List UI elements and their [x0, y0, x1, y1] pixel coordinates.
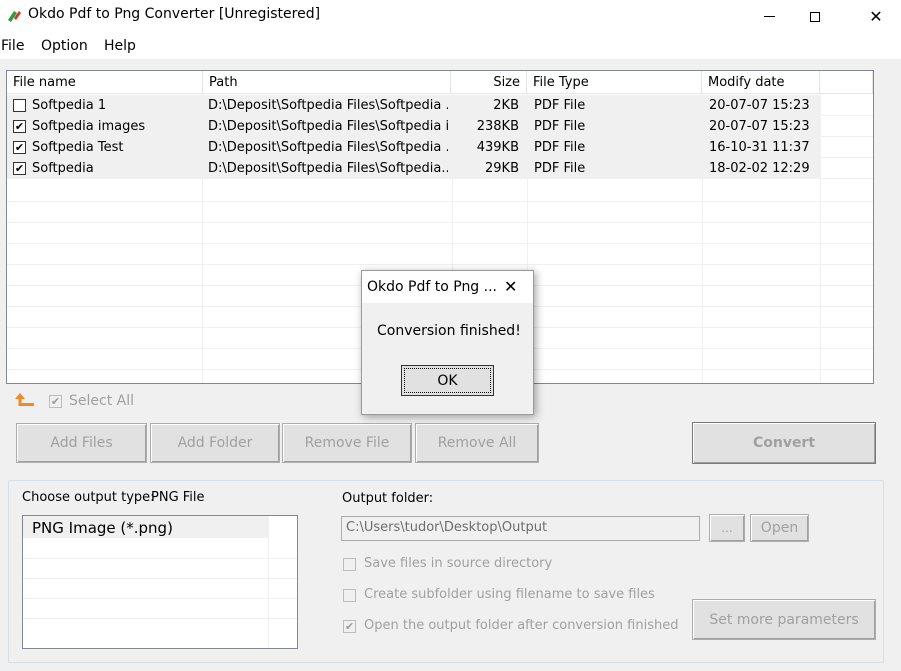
select-all-label: Select All — [69, 393, 134, 409]
column-header-file-name[interactable]: File name — [7, 71, 203, 94]
window-title: Okdo Pdf to Png Converter [Unregistered] — [28, 6, 321, 22]
set-more-parameters-button[interactable]: Set more parameters — [692, 599, 876, 640]
save-in-source-label: Save files in source directory — [364, 556, 553, 571]
conversion-dialog: Okdo Pdf to Png ... ✕ Conversion finishe… — [361, 270, 534, 415]
minimize-button[interactable] — [746, 0, 792, 33]
column-header-modify-date[interactable]: Modify date — [702, 71, 820, 94]
output-folder-label: Output folder: — [342, 491, 434, 506]
maximize-button[interactable] — [792, 0, 838, 33]
convert-button[interactable]: Convert — [692, 422, 876, 464]
cell-file-type: PDF File — [534, 98, 586, 113]
column-header-empty — [820, 71, 873, 94]
open-output-folder-label: Open the output folder after conversion … — [364, 618, 679, 633]
save-in-source-checkbox[interactable] — [343, 558, 356, 571]
cell-file-name: Softpedia 1 — [32, 98, 107, 113]
menu-help[interactable]: Help — [104, 38, 136, 54]
open-folder-button[interactable]: Open — [750, 514, 809, 542]
cell-size: 2KB — [493, 98, 519, 113]
dialog-title: Okdo Pdf to Png ... — [367, 279, 497, 295]
grid-line — [23, 618, 297, 619]
cell-file-type: PDF File — [534, 140, 586, 155]
cell-modify-date: 16-10-31 11:37 — [709, 140, 810, 155]
row-checkbox[interactable] — [13, 99, 26, 112]
row-checkbox[interactable]: ✔ — [13, 162, 26, 175]
row-checkbox[interactable]: ✔ — [13, 141, 26, 154]
close-icon: ✕ — [869, 7, 883, 26]
row-checkbox[interactable]: ✔ — [13, 120, 26, 133]
dialog-message: Conversion finished! — [377, 323, 521, 339]
maximize-icon — [810, 11, 820, 22]
cell-path: D:\Deposit\Softpedia Files\Softpedia ... — [208, 140, 448, 155]
cell-path: D:\Deposit\Softpedia Files\Softpedia ... — [208, 98, 448, 113]
column-header-file-type[interactable]: File Type — [527, 71, 702, 94]
cell-file-name: Softpedia Test — [32, 140, 124, 155]
grid-line — [7, 243, 873, 244]
output-type-label: Choose output type: — [22, 490, 155, 505]
remove-file-button[interactable]: Remove File — [282, 423, 412, 463]
table-row[interactable]: ✔ Softpedia D:\Deposit\Softpedia Files\S… — [7, 158, 820, 179]
create-subfolder-label: Create subfolder using filename to save … — [364, 587, 655, 602]
table-row[interactable]: ✔ Softpedia Test D:\Deposit\Softpedia Fi… — [7, 137, 820, 158]
grid-line — [7, 201, 873, 202]
output-type-value: PNG File — [151, 490, 205, 505]
grid-line — [820, 94, 821, 383]
grid-line — [23, 578, 297, 579]
add-files-button[interactable]: Add Files — [16, 423, 147, 463]
close-button[interactable]: ✕ — [853, 0, 899, 33]
output-type-list[interactable]: PNG Image (*.png) — [22, 515, 298, 649]
table-row[interactable]: ✔ Softpedia images D:\Deposit\Softpedia … — [7, 116, 820, 137]
cell-path: D:\Deposit\Softpedia Files\Softpedia.... — [208, 161, 448, 176]
column-header-size[interactable]: Size — [451, 71, 527, 94]
browse-button[interactable]: ... — [709, 514, 745, 542]
list-item-label: PNG Image (*.png) — [32, 519, 173, 537]
list-item[interactable]: PNG Image (*.png) — [23, 516, 268, 538]
cell-modify-date: 20-07-07 15:23 — [709, 98, 810, 113]
cell-size: 29KB — [485, 161, 519, 176]
cell-size: 238KB — [476, 119, 519, 134]
dialog-ok-button[interactable]: OK — [401, 365, 494, 396]
add-folder-button[interactable]: Add Folder — [150, 423, 280, 463]
cell-modify-date: 18-02-02 12:29 — [709, 161, 810, 176]
cell-modify-date: 20-07-07 15:23 — [709, 119, 810, 134]
dialog-close-icon[interactable]: ✕ — [504, 277, 517, 296]
menu-file[interactable]: File — [1, 38, 24, 54]
dialog-title-bar: Okdo Pdf to Png ... ✕ — [362, 271, 533, 303]
grid-line — [23, 598, 297, 599]
column-header-path[interactable]: Path — [203, 71, 451, 94]
menu-option[interactable]: Option — [41, 38, 88, 54]
select-all-checkbox[interactable]: ✔ — [49, 395, 62, 408]
grid-line — [23, 558, 297, 559]
title-bar: Okdo Pdf to Png Converter [Unregistered]… — [0, 0, 901, 33]
cell-file-name: Softpedia — [32, 161, 94, 176]
grid-line — [7, 222, 873, 223]
grid-line — [7, 264, 873, 265]
table-row[interactable]: Softpedia 1 D:\Deposit\Softpedia Files\S… — [7, 95, 820, 116]
create-subfolder-checkbox[interactable] — [343, 589, 356, 602]
up-arrow-icon[interactable] — [14, 391, 36, 409]
minimize-icon — [763, 16, 775, 17]
cell-file-name: Softpedia images — [32, 119, 146, 134]
output-folder-input[interactable]: C:\Users\tudor\Desktop\Output — [341, 516, 700, 541]
app-logo-icon — [8, 11, 21, 22]
cell-path: D:\Deposit\Softpedia Files\Softpedia i..… — [208, 119, 448, 134]
cell-file-type: PDF File — [534, 161, 586, 176]
grid-line — [268, 516, 269, 648]
cell-file-type: PDF File — [534, 119, 586, 134]
menu-bar: File Option Help — [0, 33, 901, 59]
open-output-folder-checkbox[interactable]: ✔ — [343, 620, 356, 633]
cell-size: 439KB — [476, 140, 519, 155]
remove-all-button[interactable]: Remove All — [415, 423, 539, 463]
